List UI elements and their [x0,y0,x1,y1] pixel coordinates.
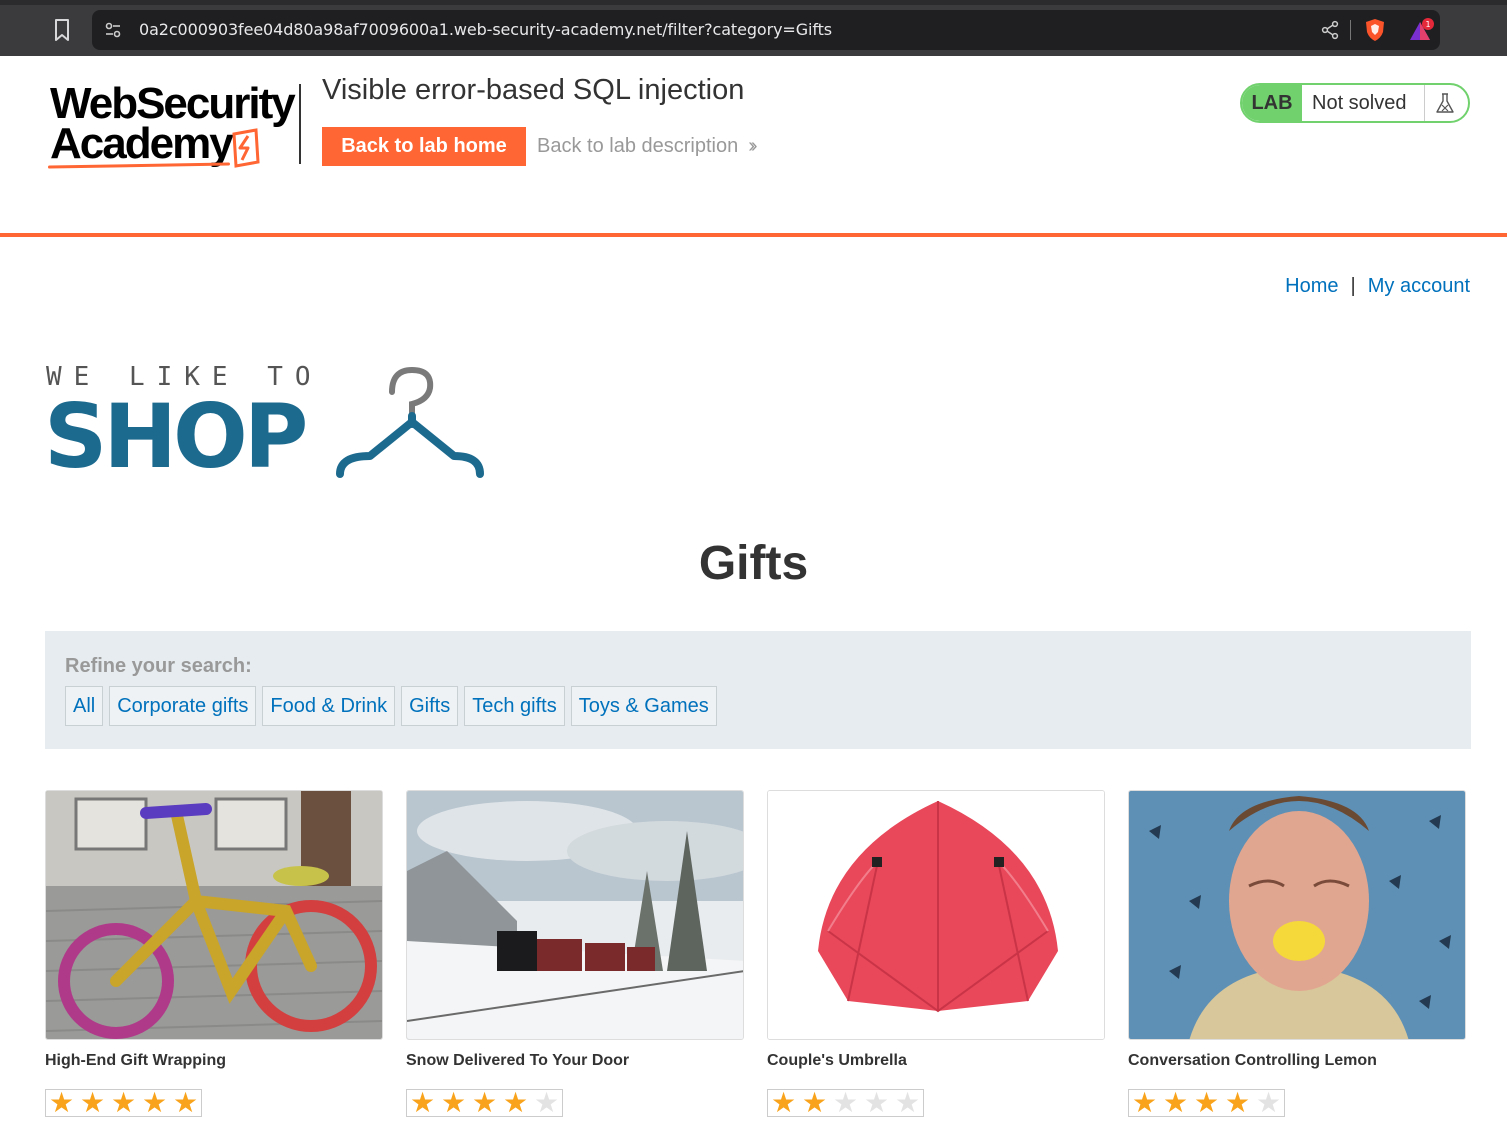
star-rating: ★ ★ ★ ★ ★ [1128,1089,1285,1117]
star-icon: ★ [894,1087,921,1118]
star-icon: ★ [863,1087,890,1118]
rewards-badge-count: 1 [1425,20,1430,29]
web-security-academy-logo[interactable]: WebSecurity Academy [44,80,302,172]
star-icon: ★ [801,1087,828,1118]
star-icon: ★ [48,1087,75,1118]
browser-tabstrip-edge [0,0,1507,5]
back-to-lab-description-label: Back to lab description [537,135,739,157]
star-icon: ★ [533,1087,560,1118]
lab-badge: LAB [1242,85,1302,121]
product-image-lemon[interactable] [1128,790,1466,1040]
back-to-lab-description-link[interactable]: Back to lab description ›› [537,135,758,158]
star-icon: ★ [110,1087,137,1118]
logo-line-2: Academy [50,119,234,168]
star-icon: ★ [409,1087,436,1118]
bookmark-icon[interactable] [50,17,74,43]
browser-toolbar: 0a2c000903fee04d80a98af7009600a1.web-sec… [0,0,1507,56]
star-icon: ★ [141,1087,168,1118]
site-info-icon[interactable] [104,21,122,39]
lab-header: WebSecurity Academy Visible error-based … [0,56,1507,237]
product-name[interactable]: Conversation Controlling Lemon [1128,1052,1377,1070]
share-icon[interactable] [1320,20,1340,40]
product-image-bicycle[interactable] [45,790,383,1040]
star-icon: ★ [79,1087,106,1118]
filter-gifts[interactable]: Gifts [401,686,459,726]
account-nav: Home | My account [1285,275,1470,298]
shop-logo-word: SHOP [44,385,308,488]
address-bar-divider [1350,20,1351,40]
logo-divider [299,84,301,164]
star-icon: ★ [770,1087,797,1118]
filter-corporate-gifts[interactable]: Corporate gifts [109,686,257,726]
star-icon: ★ [502,1087,529,1118]
star-icon: ★ [471,1087,498,1118]
star-icon: ★ [172,1087,199,1118]
star-icon: ★ [1131,1087,1158,1118]
nav-separator: | [1350,275,1356,297]
brave-shield-icon[interactable] [1364,18,1386,42]
star-icon: ★ [832,1087,859,1118]
star-rating: ★ ★ ★ ★ ★ [406,1089,563,1117]
filter-tech-gifts[interactable]: Tech gifts [464,686,565,726]
product-name[interactable]: High-End Gift Wrapping [45,1052,226,1070]
lab-header-accent-border [0,233,1507,237]
product-image-umbrella[interactable] [767,790,1105,1040]
category-heading: Gifts [698,537,809,590]
star-icon: ★ [1193,1087,1220,1118]
product-name[interactable]: Snow Delivered To Your Door [406,1052,629,1070]
brave-rewards-icon[interactable]: 1 [1408,18,1436,44]
star-icon: ★ [1255,1087,1282,1118]
flask-icon [1434,92,1456,114]
double-chevron-right-icon: ›› [748,135,758,157]
star-rating: ★ ★ ★ ★ ★ [767,1089,924,1117]
address-bar[interactable]: 0a2c000903fee04d80a98af7009600a1.web-sec… [92,10,1440,50]
filter-title: Refine your search: [65,655,252,677]
we-like-to-shop-logo[interactable]: WE LIKE TO SHOP [44,362,489,482]
filter-panel: Refine your search: All Corporate gifts … [45,631,1471,749]
star-icon: ★ [1224,1087,1251,1118]
star-icon: ★ [1162,1087,1189,1118]
home-link[interactable]: Home [1285,275,1338,297]
category-filter-list: All Corporate gifts Food & Drink Gifts T… [65,686,717,726]
product-image-snow-train[interactable] [406,790,744,1040]
url-text[interactable]: 0a2c000903fee04d80a98af7009600a1.web-sec… [139,20,832,39]
star-icon: ★ [440,1087,467,1118]
lab-title: Visible error-based SQL injection [322,74,745,106]
clothes-hanger-icon [334,364,489,479]
filter-toys-games[interactable]: Toys & Games [570,686,717,726]
filter-food-drink[interactable]: Food & Drink [262,686,396,726]
star-rating: ★ ★ ★ ★ ★ [45,1089,202,1117]
logo-bolt-icon [230,128,274,168]
status-divider [1424,85,1425,121]
lab-status-text: Not solved [1312,92,1407,114]
my-account-link[interactable]: My account [1368,275,1470,297]
product-name[interactable]: Couple's Umbrella [767,1052,907,1070]
lab-status-widget: LAB Not solved [1240,83,1470,123]
filter-all[interactable]: All [65,686,104,726]
back-to-lab-home-button[interactable]: Back to lab home [322,127,526,166]
